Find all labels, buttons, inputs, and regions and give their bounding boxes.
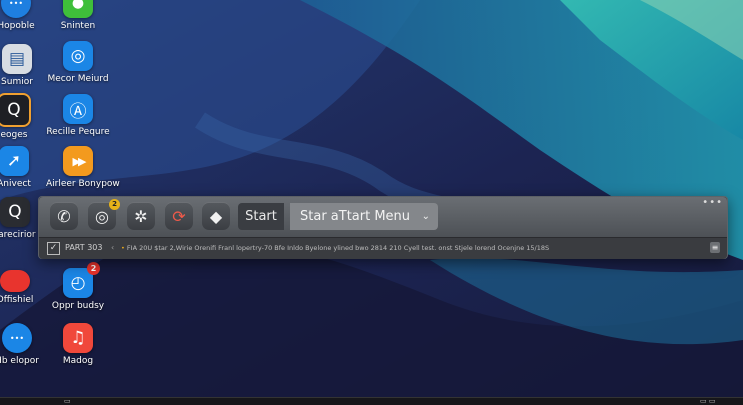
status-menu-button[interactable]: ≡ <box>710 242 720 253</box>
start-menu-select-value: Star aTtart Menu <box>300 209 411 224</box>
pill-icon <box>0 270 30 292</box>
phone-icon: ✆ <box>57 206 71 226</box>
start-menu-select[interactable]: Star aTtart Menu ⌄ <box>290 203 438 230</box>
dock-app-camera[interactable]: ◎ 2 <box>88 199 120 230</box>
desktop-icon-label: Offishiel <box>0 295 34 305</box>
camera-target-icon: ◎ <box>95 206 109 226</box>
desktop-icon-label: Mecor Meiurd <box>47 74 109 84</box>
desktop-icon-label: eoges <box>0 130 28 140</box>
taskbar-tray-icon[interactable]: ▭ ▭ <box>700 397 715 405</box>
desktop-icon-label: Anivect <box>0 179 31 189</box>
desktop-icon-label: Hb elopor <box>0 356 39 366</box>
status-message: • FIA 20U $tar 2,Wirie Orenifi Franl lop… <box>121 242 701 254</box>
chevron-down-icon: ⌄ <box>421 211 430 222</box>
desktop-icon-label: Madog <box>62 356 94 366</box>
desktop-icon-madog[interactable]: ♫ Madog <box>46 323 110 367</box>
chat-bubble-icon: ● <box>63 0 93 18</box>
desktop-icon-hb-elopor[interactable]: ••• Hb elopor <box>0 323 49 367</box>
aperture-icon: ✲ <box>134 206 148 226</box>
desktop-icon-sumior[interactable]: ▤ Sumior <box>0 44 49 88</box>
desktop-icon-oppr-budsy[interactable]: ◴ 2 Oppr budsy <box>46 262 110 312</box>
notification-badge: 2 <box>109 199 120 210</box>
dock-app-refresh[interactable]: ⟳ <box>165 202 193 230</box>
compass-glyph: ◴ <box>70 273 86 293</box>
desktop-icon-sninten[interactable]: ● Sninten <box>46 0 110 32</box>
status-row: ✓ PART 303 ‹ • FIA 20U $tar 2,Wirie Oren… <box>39 237 727 259</box>
desktop-icon-label: Sumior <box>1 77 33 87</box>
music-note-icon: ♫ <box>63 323 93 353</box>
dock-app-phone[interactable]: ✆ <box>50 202 78 230</box>
target-icon: ◎ <box>63 41 93 71</box>
desktop-icon-eoges[interactable]: Q eoges <box>0 93 46 141</box>
desktop-icon-label: Oppr budsy <box>51 301 105 311</box>
status-message-text: FIA 20U $tar 2,Wirie Orenifi Franl loper… <box>126 244 550 252</box>
notification-badge: 2 <box>87 262 100 275</box>
dock-app-aperture[interactable]: ✲ <box>127 202 155 230</box>
dock-app-shield[interactable]: ◆ <box>202 202 230 230</box>
app-store-icon: Ⓐ <box>63 94 93 124</box>
search-icon: Q <box>0 197 30 227</box>
arrow-icon: ➚ <box>0 146 29 176</box>
desktop: ••• Hopoble ▤ Sumior Q eoges ➚ Anivect Q… <box>0 0 743 405</box>
window-icon: ▤ <box>2 44 32 74</box>
desktop-icon-recille-pequre[interactable]: Ⓐ Recille Pequre <box>46 94 110 138</box>
compass-icon: ◴ 2 <box>63 262 100 298</box>
desktop-icon-hopoble[interactable]: ••• Hopoble <box>0 0 48 32</box>
desktop-icon-airleer-bonypow[interactable]: ▶▶ Airleer Bonypow <box>46 146 120 190</box>
desktop-icon-anivect[interactable]: ➚ Anivect <box>0 146 46 190</box>
status-dot-icon: • <box>121 244 125 252</box>
dots-icon: ••• <box>1 0 31 18</box>
search-icon: Q <box>0 93 31 127</box>
taskbar: ▭ ▭ ▭ <box>0 397 743 405</box>
more-options-button[interactable]: ••• <box>702 197 723 208</box>
desktop-icon-mecor-meiurd[interactable]: ◎ Mecor Meiurd <box>46 41 110 85</box>
status-label: PART 303 <box>65 243 103 252</box>
taskbar-window-icon[interactable]: ▭ <box>64 397 71 405</box>
ellipsis-icon: ••• <box>2 323 32 353</box>
play-icon: ▶▶ <box>63 146 93 176</box>
desktop-icon-label: Recille Pequre <box>46 127 110 137</box>
refresh-icon: ⟳ <box>172 206 186 226</box>
desktop-icon-offishiel[interactable]: Offishiel <box>0 270 47 306</box>
status-checkbox[interactable]: ✓ <box>47 242 60 255</box>
chevron-left-icon[interactable]: ‹ <box>111 242 114 254</box>
desktop-icon-label: Airleer Bonypow <box>46 179 120 189</box>
desktop-icon-label: Sninten <box>60 21 96 31</box>
start-button[interactable]: Start <box>238 203 284 230</box>
desktop-icon-label: Hopoble <box>0 21 35 31</box>
shield-icon: ◆ <box>209 206 223 226</box>
dock: ✆ ◎ 2 ✲ ⟳ ◆ Start Star aTtart Menu ⌄ •••… <box>38 196 728 259</box>
